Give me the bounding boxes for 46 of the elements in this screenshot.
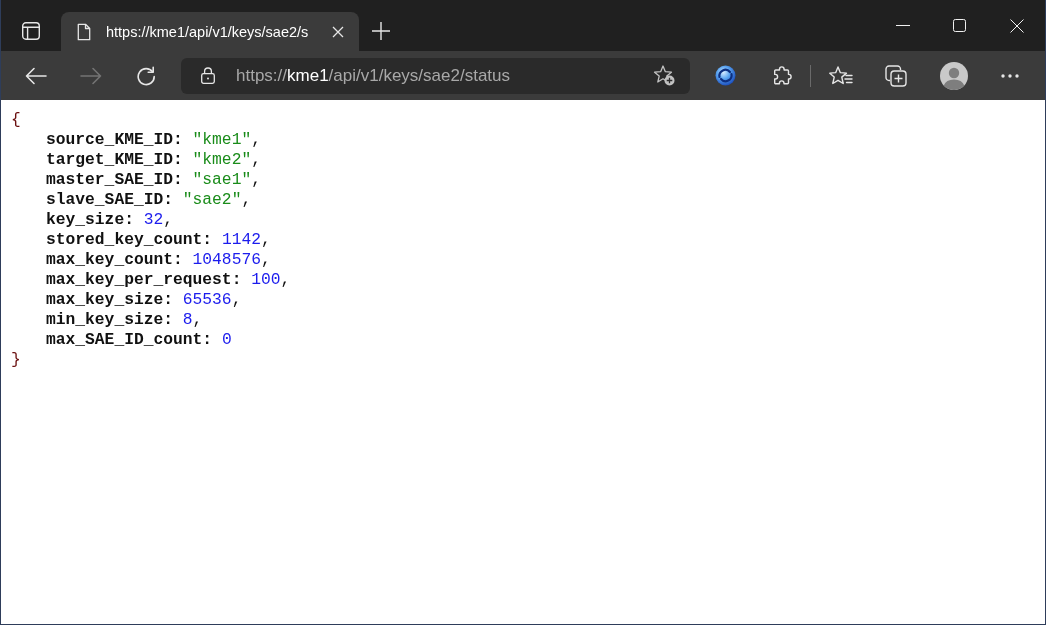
json-brace: { — [11, 110, 21, 130]
browser-tab[interactable]: https://kme1/api/v1/keys/sae2/s — [61, 12, 359, 51]
json-string: "sae1", — [192, 170, 261, 190]
add-favorite-button[interactable] — [652, 63, 676, 88]
url-text: https://kme1/api/v1/keys/sae2/status — [236, 65, 512, 86]
json-number: 0 — [221, 330, 232, 350]
json-string: "sae2", — [182, 190, 252, 210]
refresh-icon — [136, 65, 156, 86]
json-number: 1048576, — [192, 250, 271, 270]
json-number: 32, — [143, 210, 174, 230]
star-plus-icon — [653, 65, 675, 86]
json-string: "kme1", — [192, 130, 261, 150]
star-list-icon — [829, 65, 853, 86]
json-key: target_KME_ID: — [46, 150, 183, 170]
more-icon — [1001, 73, 1019, 78]
json-key: master_SAE_ID: — [46, 170, 183, 190]
puzzle-icon — [772, 65, 792, 86]
window-layout-icon — [22, 22, 40, 40]
swirl-icon — [714, 65, 736, 86]
json-number: 1142, — [221, 230, 271, 250]
json-string: "kme2", — [192, 150, 261, 170]
json-key: slave_SAE_ID: — [46, 190, 173, 210]
json-key: stored_key_count: — [46, 230, 213, 250]
arrow-left-icon — [25, 66, 47, 85]
json-number: 8, — [182, 310, 203, 330]
json-number: 65536, — [182, 290, 242, 310]
json-key: source_KME_ID: — [46, 130, 183, 150]
address-bar[interactable]: https://kme1/api/v1/keys/sae2/status — [181, 57, 690, 94]
json-brace: } — [11, 350, 21, 370]
avatar-icon — [940, 61, 968, 90]
close-icon — [1009, 18, 1024, 33]
json-key: max_key_size: — [46, 290, 173, 310]
json-key: key_size: — [46, 210, 134, 230]
json-key: max_key_per_request: — [46, 270, 242, 290]
lock-icon — [201, 67, 215, 84]
json-number: 100, — [251, 270, 291, 290]
json-key: min_key_size: — [46, 310, 173, 330]
json-key: max_SAE_ID_count: — [46, 330, 213, 350]
arrow-right-icon — [80, 66, 102, 85]
maximize-icon — [953, 19, 966, 32]
minimize-icon — [895, 25, 910, 26]
close-icon — [332, 25, 344, 38]
json-key: max_key_count: — [46, 250, 183, 270]
collections-icon — [885, 64, 907, 87]
plus-icon — [372, 22, 390, 40]
page-icon — [77, 22, 91, 41]
